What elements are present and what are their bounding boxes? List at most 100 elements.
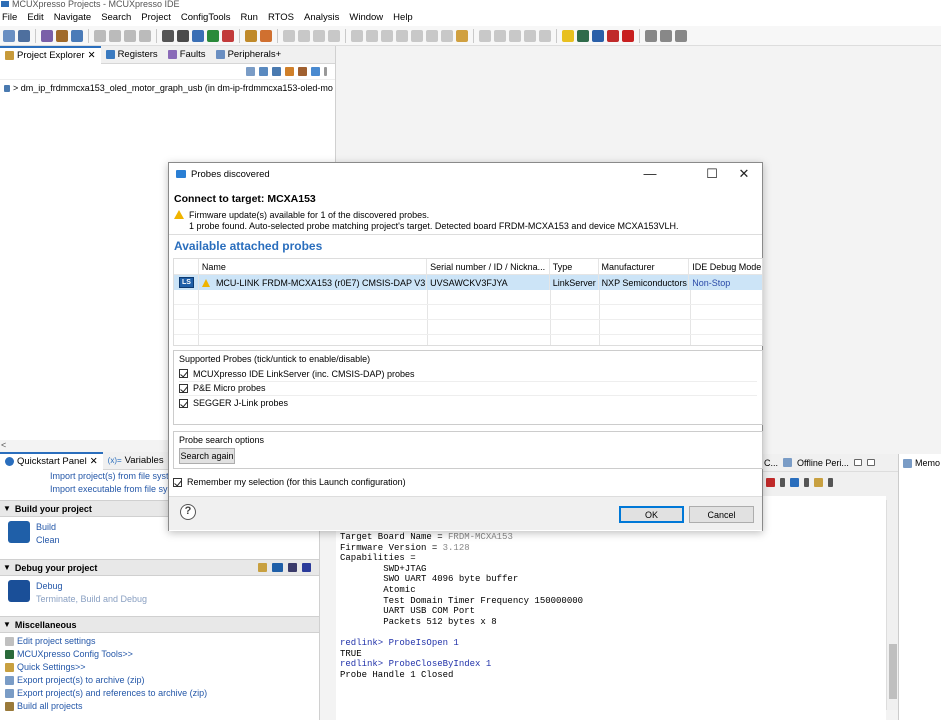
build-link[interactable]: Build [36, 521, 60, 534]
build-icon[interactable] [56, 29, 68, 42]
format-icon[interactable] [283, 29, 295, 42]
export-project-link[interactable]: Export project(s) to archive (zip) [17, 674, 145, 687]
menu-edit[interactable]: Edit [25, 12, 48, 23]
menu-help[interactable]: Help [391, 12, 418, 23]
pin-down-icon[interactable] [645, 29, 657, 42]
suspend-icon[interactable] [366, 29, 378, 42]
probe-mode-cell[interactable]: Non-Stop [689, 275, 762, 290]
chip-icon[interactable] [162, 29, 174, 42]
step-return-icon[interactable] [441, 29, 453, 42]
menu-navigate[interactable]: Navigate [52, 12, 97, 23]
tab-memory[interactable]: Memo [899, 454, 941, 468]
tree-item-project[interactable]: > dm_ip_frdmmcxa153_oled_motor_graph_usb… [0, 80, 335, 96]
globe-icon[interactable] [577, 29, 589, 42]
close-button[interactable]: ✕ [728, 163, 760, 185]
link-editor-icon[interactable] [259, 67, 268, 76]
misc-item[interactable]: Export project(s) and references to arch… [5, 687, 319, 700]
external-tools-icon[interactable] [222, 29, 234, 42]
redo-icon[interactable] [109, 29, 121, 42]
maximize-button[interactable]: ☐ [696, 163, 728, 185]
tab-quickstart[interactable]: Quickstart Panel ✕ [0, 452, 103, 470]
table-header-cell[interactable]: Type [550, 259, 599, 274]
table-header-cell[interactable]: Manufacturer [599, 259, 690, 274]
skip-breakpoints-icon[interactable] [539, 29, 551, 42]
linkserver-checkbox[interactable] [179, 369, 188, 379]
menu-run[interactable]: Run [239, 12, 263, 23]
tab-peripherals[interactable]: Peripherals+ [211, 46, 287, 64]
linkserver-icon[interactable] [272, 563, 283, 572]
table-header-cell[interactable]: Serial number / ID / Nickna... [427, 259, 550, 274]
drop-to-frame-icon[interactable] [509, 29, 521, 42]
new-console-icon[interactable] [814, 478, 823, 487]
probe-options-icon[interactable] [258, 563, 267, 572]
misc-item[interactable]: Build all projects [5, 700, 319, 713]
dropdown-icon[interactable] [780, 478, 785, 487]
wand-icon[interactable] [456, 29, 468, 42]
show-whitespace-icon[interactable] [313, 29, 325, 42]
disconnect-icon[interactable] [396, 29, 408, 42]
paste-icon[interactable] [139, 29, 151, 42]
console-scrollbar[interactable] [886, 500, 898, 710]
edit-project-settings-link[interactable]: Edit project settings [17, 635, 96, 648]
build-all-link[interactable]: Build all projects [17, 700, 83, 713]
menu-analysis[interactable]: Analysis [302, 12, 344, 23]
folder-icon[interactable] [562, 29, 574, 42]
clean-link[interactable]: Clean [36, 534, 60, 547]
open-folder-icon[interactable] [245, 29, 257, 42]
supported-probe-row[interactable]: MCUXpresso IDE LinkServer (inc. CMSIS-DA… [179, 367, 757, 382]
misc-item[interactable]: MCUXpresso Config Tools>> [5, 648, 319, 661]
tab-registers[interactable]: Registers [101, 46, 163, 64]
instruction-step-icon[interactable] [494, 29, 506, 42]
run-icon[interactable] [207, 29, 219, 42]
menu-file[interactable]: File [0, 12, 22, 23]
ok-button[interactable]: OK [619, 506, 684, 523]
use-step-filters-icon[interactable] [524, 29, 536, 42]
step-into-icon[interactable] [411, 29, 423, 42]
minimize-icon[interactable] [853, 459, 862, 466]
misc-item[interactable]: Edit project settings [5, 635, 319, 648]
segger-checkbox[interactable] [179, 398, 188, 408]
restart-icon[interactable] [479, 29, 491, 42]
table-row[interactable]: LS MCU-LINK FRDM-MCXA153 (r0E7) CMSIS-DA… [174, 275, 762, 290]
copy-icon[interactable] [124, 29, 136, 42]
table-header-cell[interactable]: Name [199, 259, 428, 274]
close-icon[interactable]: ✕ [88, 50, 96, 61]
terminate-icon[interactable] [766, 478, 775, 487]
misc-section-header[interactable]: ▼ Miscellaneous [0, 616, 319, 633]
minimize-button[interactable]: — [634, 163, 666, 185]
filter-icon[interactable] [272, 67, 281, 76]
display-console-icon[interactable] [790, 478, 799, 487]
flash-icon[interactable] [260, 29, 272, 42]
collapse-all-icon[interactable] [246, 67, 255, 76]
misc-item[interactable]: Export project(s) to archive (zip) [5, 674, 319, 687]
grid-icon[interactable] [285, 67, 294, 76]
supported-probe-row[interactable]: SEGGER J-Link probes [179, 396, 757, 411]
misc-item[interactable]: Quick Settings>> [5, 661, 319, 674]
probe-icon[interactable] [607, 29, 619, 42]
navigate-forward-icon[interactable] [675, 29, 687, 42]
pemicro-icon[interactable] [288, 563, 297, 572]
export-references-link[interactable]: Export project(s) and references to arch… [17, 687, 207, 700]
block-select-icon[interactable] [328, 29, 340, 42]
step-over-icon[interactable] [426, 29, 438, 42]
tab-faults[interactable]: Faults [163, 46, 211, 64]
menu-configtools[interactable]: ConfigTools [179, 12, 236, 23]
tab-project-explorer[interactable]: Project Explorer ✕ [0, 45, 101, 64]
close-icon[interactable]: ✕ [90, 456, 98, 467]
new-icon[interactable] [3, 29, 15, 42]
scrollbar-thumb[interactable] [889, 644, 897, 699]
maximize-icon[interactable] [866, 459, 875, 466]
menu-search[interactable]: Search [99, 12, 136, 23]
resume-icon[interactable] [351, 29, 363, 42]
pin-icon[interactable] [298, 29, 310, 42]
cancel-button[interactable]: Cancel [689, 506, 754, 523]
search-again-button[interactable]: Search again [179, 448, 235, 464]
help-icon[interactable]: ? [180, 504, 196, 520]
clean-icon[interactable] [71, 29, 83, 42]
table-header-cell[interactable]: IDE Debug Mode [689, 259, 762, 274]
info-icon[interactable] [592, 29, 604, 42]
save-icon[interactable] [18, 29, 30, 42]
menu-window[interactable]: Window [347, 12, 388, 23]
pemicro-checkbox[interactable] [179, 383, 188, 393]
chip-icon[interactable] [298, 67, 307, 76]
